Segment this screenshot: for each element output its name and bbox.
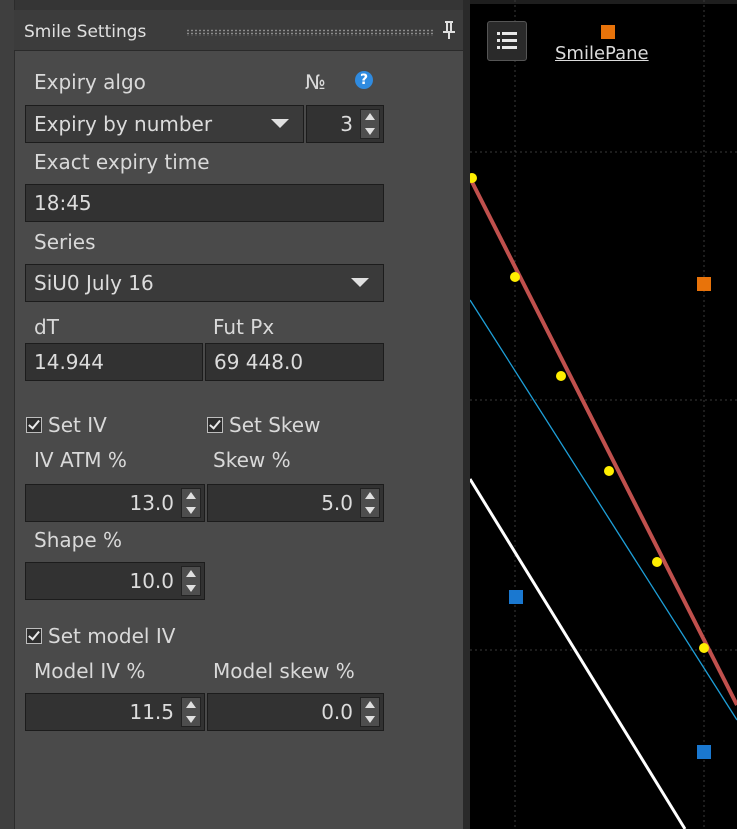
skew-label: Skew % (213, 448, 291, 472)
iv-atm-stepper[interactable]: 13.0 (25, 484, 205, 522)
smile-pane[interactable]: SmilePane (470, 0, 737, 829)
spin-arrows-icon[interactable] (360, 488, 380, 518)
smile-point[interactable] (556, 371, 566, 381)
shape-stepper[interactable]: 10.0 (25, 562, 205, 600)
smile-point[interactable] (699, 643, 709, 653)
set-skew-checkbox[interactable]: Set Skew (207, 413, 320, 437)
model-skew-value: 0.0 (321, 700, 353, 724)
chevron-down-icon (351, 278, 369, 287)
smile-plot[interactable] (470, 0, 737, 829)
list-menu-icon (497, 32, 517, 49)
exact-expiry-input[interactable]: 18:45 (25, 184, 384, 222)
white-smile-line (470, 478, 687, 829)
plot-grid (470, 0, 737, 829)
expiry-number-stepper[interactable]: 3 (306, 105, 384, 143)
panel-splitter[interactable] (463, 0, 470, 829)
orange-marker[interactable] (697, 277, 711, 291)
help-icon[interactable]: ? (355, 71, 373, 89)
smile-point[interactable] (604, 466, 614, 476)
checkmark-icon (26, 417, 42, 433)
expiry-number-value: 3 (340, 112, 353, 136)
iv-atm-label: IV ATM % (34, 448, 127, 472)
panel-top-border (0, 0, 470, 10)
market-smile-line (470, 177, 737, 706)
futpx-label: Fut Px (213, 315, 275, 339)
panel-titlebar[interactable]: Smile Settings (14, 10, 463, 51)
set-skew-label: Set Skew (229, 413, 321, 437)
dt-field[interactable]: 14.944 (25, 343, 203, 381)
smile-point[interactable] (510, 272, 520, 282)
checkmark-icon (207, 417, 223, 433)
set-model-iv-checkbox[interactable]: Set model IV (26, 624, 175, 648)
pin-icon[interactable] (442, 20, 456, 40)
chevron-down-icon (271, 119, 289, 128)
skew-value: 5.0 (321, 491, 353, 515)
skew-stepper[interactable]: 5.0 (207, 484, 384, 522)
smile-point[interactable] (470, 173, 477, 183)
expiry-algo-label: Expiry algo (34, 70, 146, 94)
exact-expiry-label: Exact expiry time (34, 150, 210, 174)
checkmark-icon (26, 628, 42, 644)
pane-menu-button[interactable] (487, 21, 527, 61)
model-smile-line (470, 299, 737, 721)
series-dropdown[interactable]: SiU0 July 16 (25, 264, 384, 302)
model-skew-stepper[interactable]: 0.0 (207, 693, 384, 731)
smile-point[interactable] (652, 557, 662, 567)
spin-arrows-icon[interactable] (181, 697, 201, 727)
spin-arrows-icon[interactable] (181, 566, 201, 596)
spin-arrows-icon[interactable] (360, 697, 380, 727)
set-iv-label: Set IV (48, 413, 107, 437)
smile-settings-panel: Smile Settings Expiry algo № ? Expiry by… (0, 0, 470, 829)
expiry-algo-value: Expiry by number (34, 112, 213, 136)
set-model-iv-label: Set model IV (48, 624, 176, 648)
spin-arrows-icon[interactable] (360, 109, 380, 139)
blue-marker[interactable] (697, 745, 711, 759)
shape-value: 10.0 (129, 569, 174, 593)
model-iv-value: 11.5 (129, 700, 174, 724)
series-value: SiU0 July 16 (34, 271, 154, 295)
spin-arrows-icon[interactable] (181, 488, 201, 518)
series-label: Series (34, 230, 96, 254)
drag-grip-icon[interactable] (186, 29, 434, 36)
panel-title: Smile Settings (24, 22, 147, 42)
shape-label: Shape % (34, 528, 122, 552)
futpx-field[interactable]: 69 448.0 (205, 343, 384, 381)
model-iv-label: Model IV % (34, 659, 146, 683)
set-iv-checkbox[interactable]: Set IV (26, 413, 107, 437)
blue-marker[interactable] (509, 590, 523, 604)
dt-label: dT (34, 315, 59, 339)
panel-left-edge (0, 0, 15, 829)
expiry-algo-dropdown[interactable]: Expiry by number (25, 105, 304, 143)
model-skew-label: Model skew % (213, 659, 355, 683)
pane-title-link[interactable]: SmilePane (555, 43, 649, 64)
model-iv-stepper[interactable]: 11.5 (25, 693, 205, 731)
orange-marker[interactable] (601, 25, 615, 39)
number-label: № (305, 70, 326, 94)
iv-atm-value: 13.0 (129, 491, 174, 515)
